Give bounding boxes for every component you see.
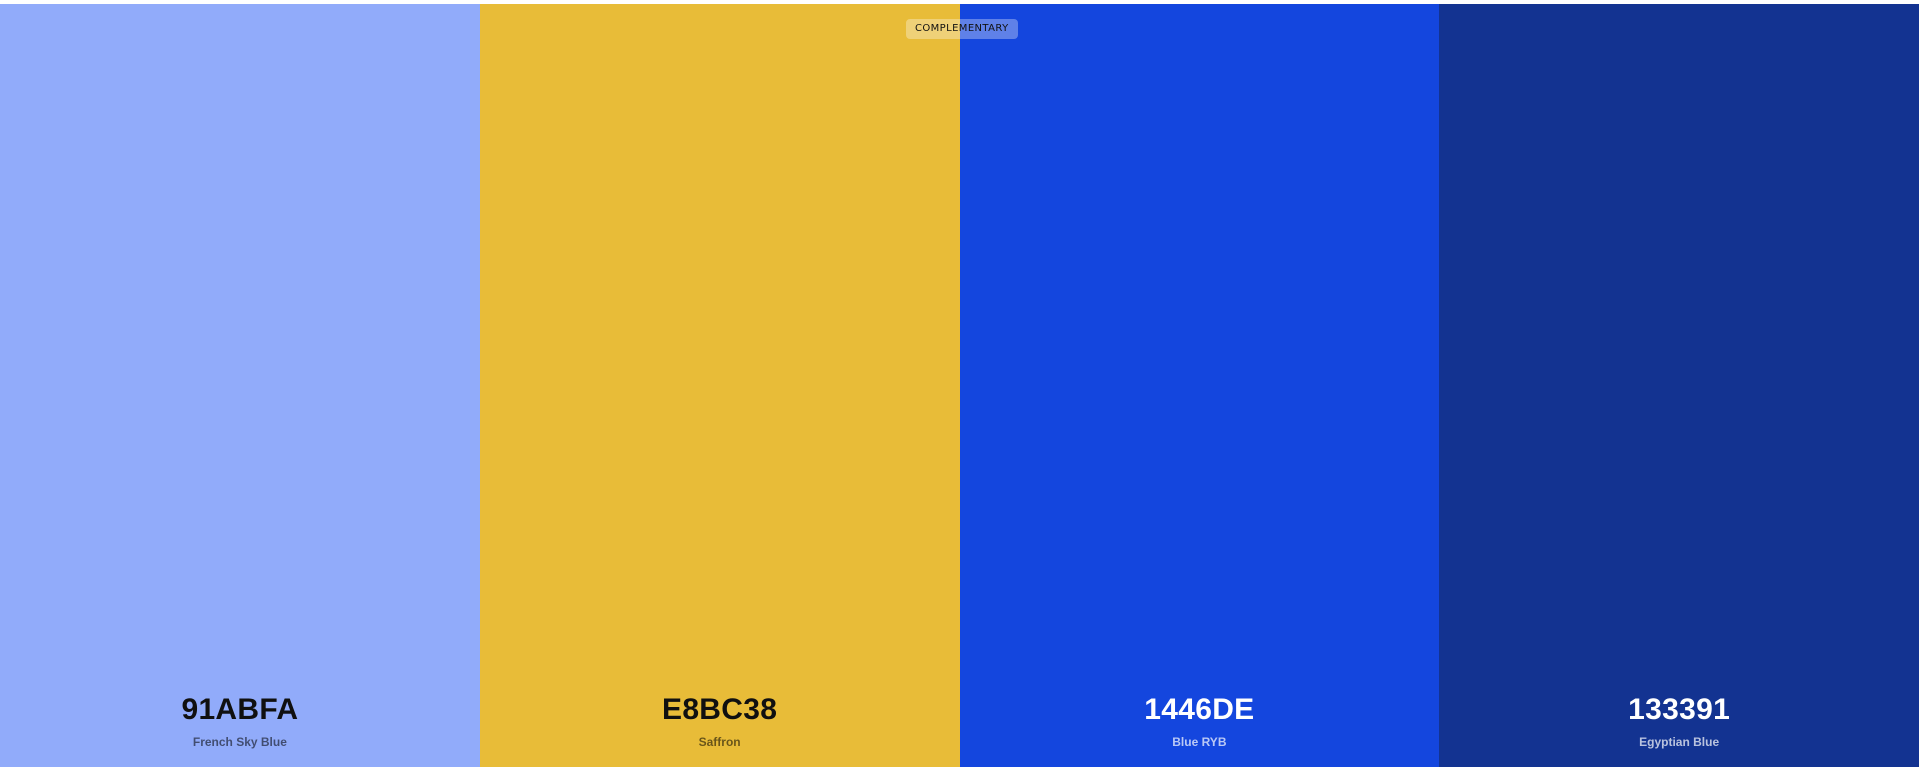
swatch-color-name: Saffron: [698, 735, 741, 749]
palette-type-badge: COMPLEMENTARY: [906, 19, 1018, 39]
swatch-hex-code[interactable]: 133391: [1439, 693, 1919, 727]
swatch-blue-ryb[interactable]: 1446DE Blue RYB: [959, 4, 1440, 767]
swatch-hex-code[interactable]: E8BC38: [480, 693, 960, 727]
swatch-info: 91ABFA French Sky Blue: [0, 693, 480, 749]
swatch-hex-code[interactable]: 1446DE: [960, 693, 1440, 727]
swatch-color-name: Blue RYB: [1172, 735, 1227, 749]
swatch-info: 133391 Egyptian Blue: [1439, 693, 1919, 749]
swatch-info: E8BC38 Saffron: [480, 693, 960, 749]
swatch-hex-code[interactable]: 91ABFA: [0, 693, 480, 727]
swatch-egyptian-blue[interactable]: 133391 Egyptian Blue: [1439, 4, 1919, 767]
swatch-color-name: French Sky Blue: [192, 735, 287, 749]
swatch-info: 1446DE Blue RYB: [960, 693, 1440, 749]
swatch-french-sky-blue[interactable]: 91ABFA French Sky Blue: [0, 4, 480, 767]
swatch-saffron[interactable]: E8BC38 Saffron: [479, 4, 960, 767]
color-palette: 91ABFA French Sky Blue E8BC38 Saffron 14…: [0, 4, 1919, 767]
swatch-color-name: Egyptian Blue: [1639, 735, 1720, 749]
